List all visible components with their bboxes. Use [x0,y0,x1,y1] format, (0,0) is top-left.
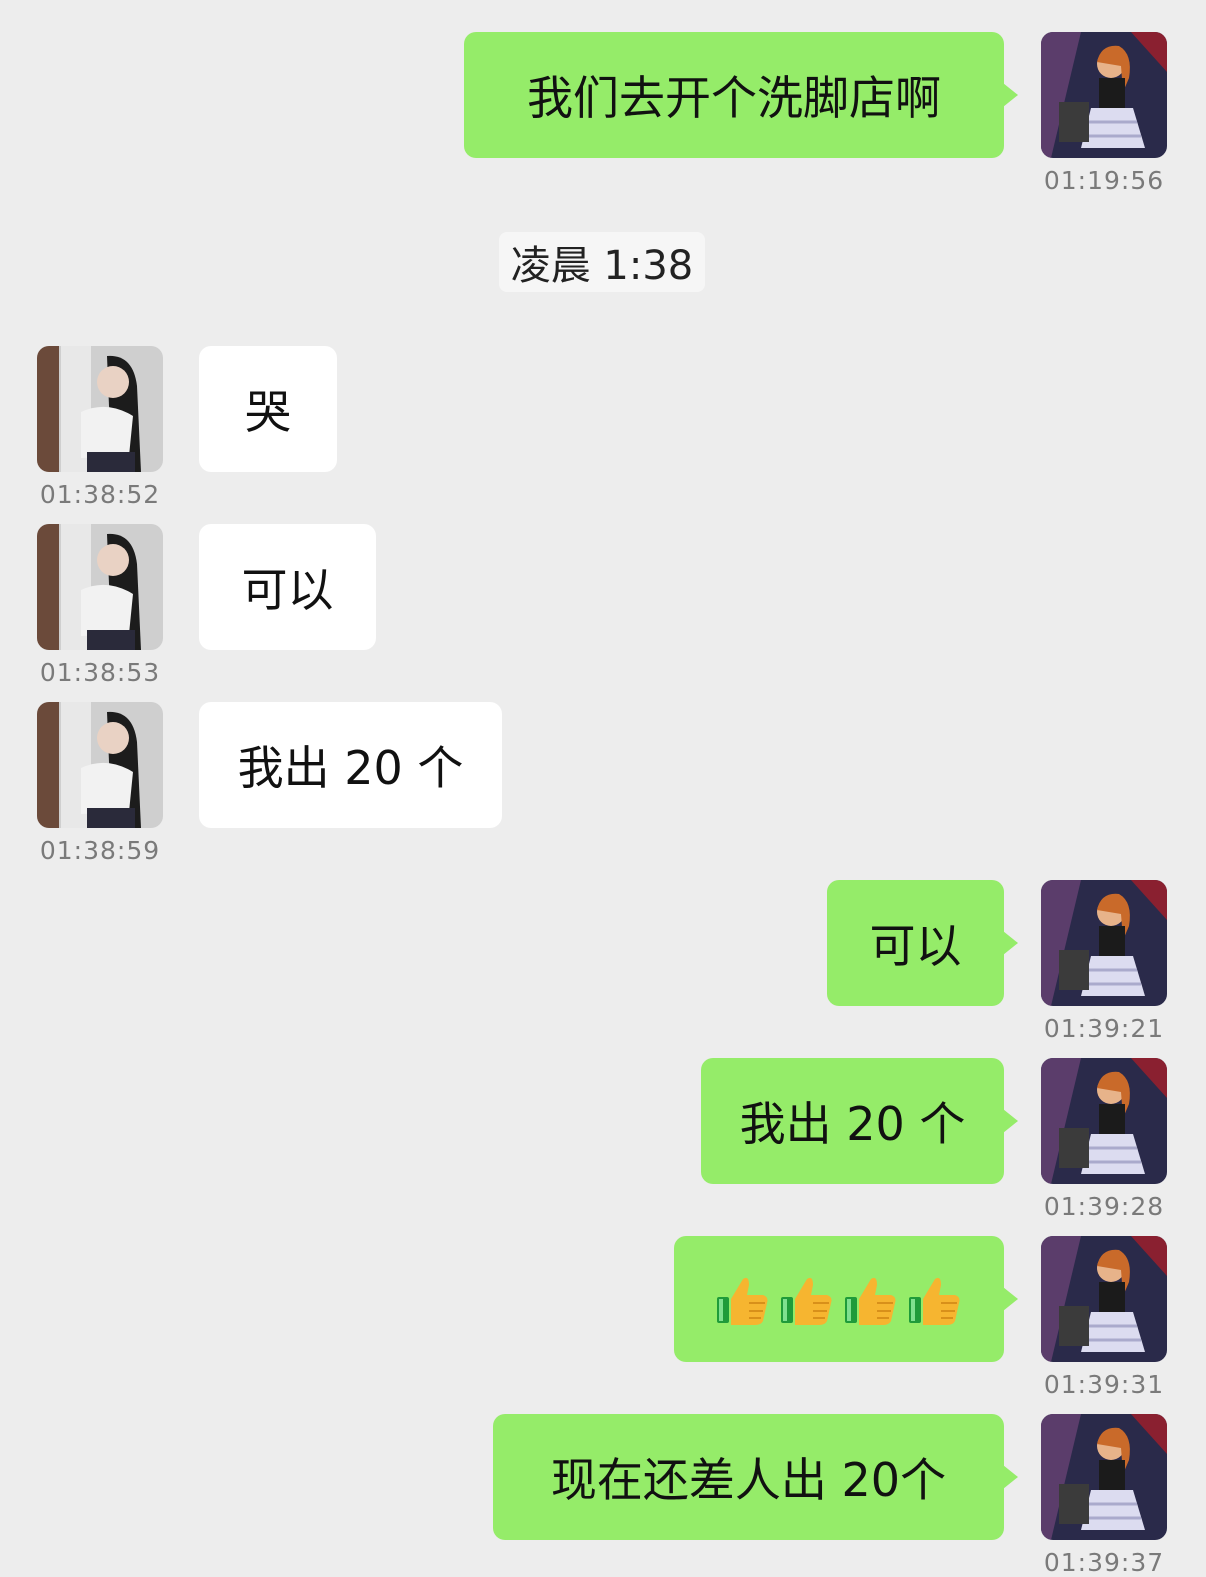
message-row: 我们去开个洗脚店啊 01:19:56 [0,32,1206,202]
thumbs-up-icon [779,1271,835,1327]
message-row: 可以 01:39:21 [0,880,1206,1050]
message-time: 01:38:53 [39,658,161,687]
message-bubble[interactable]: 我出 20 个 [701,1058,1018,1184]
message-row: 现在还差人出 20个 01:39:37 [0,1414,1206,1577]
message-row: 我出 20 个 01:39:28 [0,1058,1206,1228]
message-bubble[interactable]: 现在还差人出 20个 [493,1414,1018,1540]
message-bubble[interactable]: 哭 [199,346,337,472]
message-row: 可以 01:38:53 [0,524,1206,694]
thumbs-up-icon [907,1271,963,1327]
message-time: 01:39:21 [1043,1014,1165,1043]
message-bubble[interactable]: 我出 20 个 [199,702,502,828]
message-time: 01:19:56 [1043,166,1165,195]
message-row: 我出 20 个 01:38:59 [0,702,1206,872]
message-row: 01:39:31 [0,1236,1206,1406]
message-time: 01:39:37 [1043,1548,1165,1577]
system-time-label: 凌晨 1:38 [499,232,705,292]
message-time: 01:39:31 [1043,1370,1165,1399]
message-bubble[interactable] [674,1236,1018,1362]
my-avatar[interactable] [1041,1414,1167,1540]
message-bubble[interactable]: 可以 [199,524,376,650]
message-time: 01:38:59 [39,836,161,865]
my-avatar[interactable] [1041,1058,1167,1184]
message-time: 01:39:28 [1043,1192,1165,1221]
their-avatar[interactable] [37,346,163,472]
message-bubble[interactable]: 我们去开个洗脚店啊 [464,32,1018,158]
their-avatar[interactable] [37,702,163,828]
their-avatar[interactable] [37,524,163,650]
my-avatar[interactable] [1041,32,1167,158]
message-row: 哭 01:38:52 [0,346,1206,516]
message-time: 01:38:52 [39,480,161,509]
my-avatar[interactable] [1041,880,1167,1006]
message-bubble[interactable]: 可以 [827,880,1018,1006]
thumbs-up-icon [715,1271,771,1327]
thumbs-up-icon [843,1271,899,1327]
my-avatar[interactable] [1041,1236,1167,1362]
